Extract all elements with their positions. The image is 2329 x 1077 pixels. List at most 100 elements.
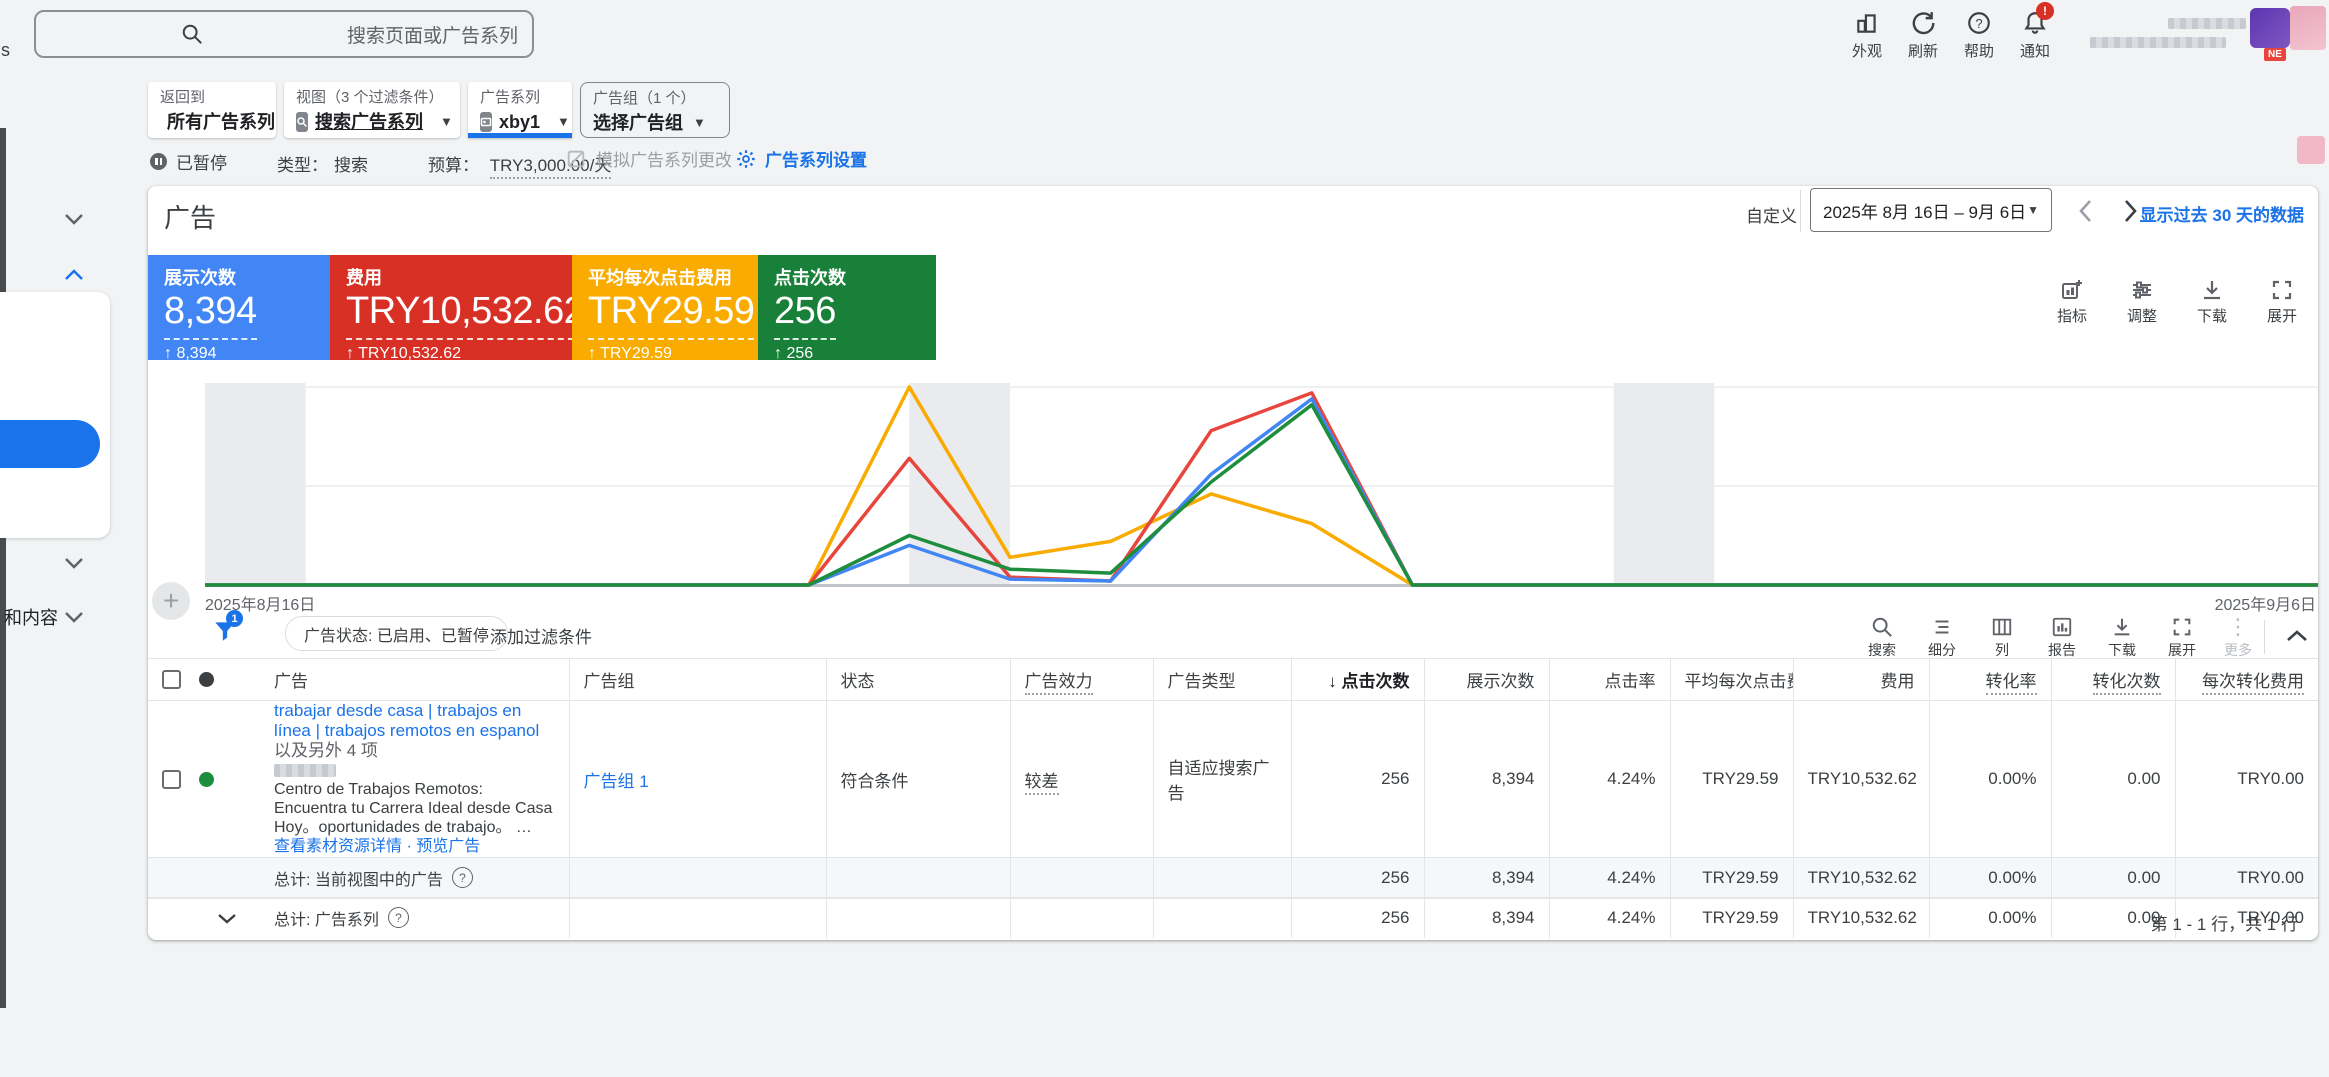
totals-avg-cpc: TRY29.59 [1670,858,1793,898]
expand-chart-button[interactable]: 展开 [2250,278,2314,326]
notifications-button[interactable]: 通知 [2006,10,2064,61]
scorecard-impressions[interactable]: 展示次数 8,394 ↑ 8,394 [148,255,330,360]
breadcrumb-adgroup-selector[interactable]: 广告组（1 个） 选择广告组 ▼ [580,82,730,138]
col-header-cost-per-conv[interactable]: 每次转化费用 [2175,659,2318,701]
cell-ad-group[interactable]: 广告组 1 [569,701,826,858]
more-button[interactable]: ⋮ 更多 [2210,616,2266,660]
totals-cost-per-conv: TRY0.00 [2175,858,2318,898]
add-filter-button[interactable]: 添加过滤条件 [490,623,592,648]
filter-chip-ad-status[interactable]: 广告状态: 已启用、已暂停 [285,616,508,651]
refresh-button[interactable]: 刷新 [1894,10,1952,61]
search-icon [181,23,203,45]
nav-blue-button-fragment[interactable] [0,420,100,468]
totals-cost: TRY10,532.62 [1793,858,1929,898]
download-icon [2111,616,2133,638]
notification-badge: ! [2036,2,2054,20]
chevron-down-icon[interactable] [62,556,86,570]
scorecard-clicks[interactable]: 点击次数 256 ↑ 256 [758,255,936,360]
col-header-ad-strength[interactable]: 广告效力 [1010,659,1153,701]
status-dot-column-icon [199,672,214,687]
breadcrumb-back-to-all-campaigns[interactable]: 返回到 所有广告系列 [148,82,276,138]
campaign-settings-button[interactable]: 广告系列设置 [735,146,867,171]
totals-conv-rate: 0.00% [1929,858,2051,898]
adjust-button[interactable]: 调整 [2110,278,2174,326]
expand-table-button[interactable]: 展开 [2154,616,2210,660]
col-header-cost[interactable]: 费用 [1793,659,1929,701]
breadcrumb-view-selector[interactable]: 视图（3 个过滤条件） 搜索广告系列 ▼ [284,82,460,138]
daterange-prev-icon[interactable] [2076,198,2096,224]
redacted-ad-url [274,764,336,777]
collapse-table-chevron-icon[interactable] [2284,628,2310,644]
columns-button[interactable]: 列 [1974,616,2030,660]
daterange-select[interactable]: 2025年 8月 16日 – 9月 6日 ▼ [1810,188,2052,232]
table-search-button[interactable]: 搜索 [1854,616,1910,660]
chevron-up-icon[interactable] [62,268,86,282]
ad-asset-links[interactable]: 查看素材资源详情 · 预览广告 [274,837,555,857]
global-search[interactable]: 搜索页面或广告系列 [34,10,534,58]
col-header-clicks-sorted[interactable]: ↓ 点击次数 [1291,659,1424,701]
cell-avg-cpc: TRY29.59 [1670,701,1793,858]
help-icon[interactable]: ? [452,867,473,888]
report-button[interactable]: 报告 [2034,616,2090,660]
cell-status: 符合条件 [826,701,1010,858]
account-new-badge: NE [2264,48,2286,61]
totals-impressions: 8,394 [1424,858,1549,898]
campaign-type: 类型：搜索 [277,151,368,176]
enabled-status-icon[interactable] [199,772,214,787]
col-header-impressions[interactable]: 展示次数 [1424,659,1549,701]
ads-table: 广告 广告组 状态 广告效力 广告类型 ↓ 点击次数 展示次数 点击率 平均每次… [148,658,2318,938]
ad-title-link[interactable]: trabajar desde casa | trabajos en línea … [274,701,539,740]
scorecard-avg-cpc[interactable]: 平均每次点击费用 TRY29.59 ↑ TRY29.59 [572,255,758,360]
cell-ctr: 4.24% [1549,701,1670,858]
download-table-button[interactable]: 下载 [2094,616,2150,660]
search-icon [1871,616,1893,638]
avatar [2290,6,2326,50]
nav-item-label-fragment[interactable]: 和内容 [4,604,58,630]
chevron-down-icon[interactable] [62,610,86,624]
filter-button[interactable]: 1 [212,618,242,648]
daterange-mode: 自定义 [1746,202,1797,227]
gear-icon [735,148,757,170]
appearance-button[interactable]: 外观 [1838,10,1896,61]
col-header-ad[interactable]: 广告 [252,659,569,701]
help-button[interactable]: ? 帮助 [1950,10,2008,61]
performance-chart-svg[interactable] [205,383,2318,589]
expand-icon [2270,278,2294,302]
search-placeholder: 搜索页面或广告系列 [347,21,518,48]
avatar[interactable] [2250,8,2290,48]
scorecard-cost[interactable]: 费用 TRY10,532.62 ↑ TRY10,532.62 [330,255,572,360]
daterange-next-icon[interactable] [2120,198,2140,224]
table-header-row: 广告 广告组 状态 广告效力 广告类型 ↓ 点击次数 展示次数 点击率 平均每次… [148,659,2318,701]
simulate-campaign-changes-button: 模拟广告系列更改 [565,146,732,171]
col-header-conversions[interactable]: 转化次数 [2051,659,2175,701]
show-last-30-days-link[interactable]: 显示过去 30 天的数据 [2140,201,2304,226]
nav-drawer-edge [0,128,6,1008]
cell-ad-strength[interactable]: 较差 [1010,701,1153,858]
chevron-down-icon: ▼ [440,110,453,134]
chevron-down-icon[interactable] [62,212,86,226]
metrics-icon [2060,278,2084,302]
appearance-icon [1854,10,1880,36]
col-header-conv-rate[interactable]: 转化率 [1929,659,2051,701]
totals-view-row: 总计: 当前视图中的广告? 256 8,394 4.24% TRY29.59 T… [148,858,2318,898]
select-all-checkbox[interactable] [162,670,181,689]
col-header-status[interactable]: 状态 [826,659,1010,701]
cell-cost-per-conv: TRY0.00 [2175,701,2318,858]
add-button[interactable]: + [152,582,190,620]
col-header-ad-type[interactable]: 广告类型 [1153,659,1291,701]
up-arrow-icon: ↑ [346,345,354,362]
up-arrow-icon: ↑ [588,345,596,362]
download-chart-button[interactable]: 下载 [2180,278,2244,326]
col-header-ctr[interactable]: 点击率 [1549,659,1670,701]
segment-icon [1931,616,1953,638]
columns-icon [1991,616,2013,638]
google-ads-page: s 和内容 搜索页面或广告系列 外观 刷新 ? 帮助 通知 ! NE 返回到 所… [0,0,2329,1077]
row-checkbox[interactable] [162,770,181,789]
metrics-button[interactable]: 指标 [2040,278,2104,326]
col-header-avg-cpc[interactable]: 平均每次点击费用 [1670,659,1793,701]
paused-icon [150,153,167,170]
segment-button[interactable]: 细分 [1914,616,1970,660]
sliders-icon [2130,278,2154,302]
breadcrumb-campaign-selector[interactable]: 广告系列 xby1 ▼ [468,82,572,138]
col-header-ad-group[interactable]: 广告组 [569,659,826,701]
